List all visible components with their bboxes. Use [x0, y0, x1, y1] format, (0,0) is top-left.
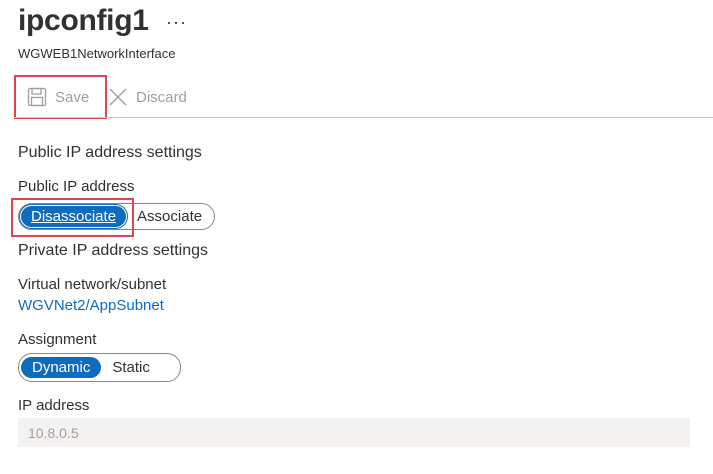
assignment-label: Assignment — [18, 331, 97, 348]
toolbar-divider — [14, 117, 713, 118]
disassociate-highlight-box — [11, 198, 134, 237]
private-ip-heading: Private IP address settings — [18, 242, 209, 259]
public-ip-label: Public IP address — [18, 178, 135, 195]
assignment-toggle: Dynamic Static — [18, 353, 181, 382]
dynamic-option[interactable]: Dynamic — [21, 357, 102, 378]
ip-address-field[interactable] — [18, 418, 690, 447]
static-option[interactable]: Static — [101, 357, 161, 378]
public-ip-heading: Public IP address settings — [18, 144, 202, 161]
vnet-subnet-link[interactable]: WGVNet2/AppSubnet — [18, 297, 164, 314]
discard-button-label: Discard — [136, 88, 187, 106]
discard-button[interactable]: Discard — [108, 84, 187, 110]
page-title: ipconfig1 — [18, 4, 149, 37]
ip-address-label: IP address — [18, 397, 90, 414]
close-icon — [109, 88, 127, 106]
save-highlight-box — [14, 75, 107, 119]
more-options-icon[interactable]: ··· — [166, 12, 187, 33]
page-subtitle: WGWEB1NetworkInterface — [18, 46, 176, 61]
vnet-label: Virtual network/subnet — [18, 276, 167, 293]
associate-option[interactable]: Associate — [126, 206, 213, 227]
